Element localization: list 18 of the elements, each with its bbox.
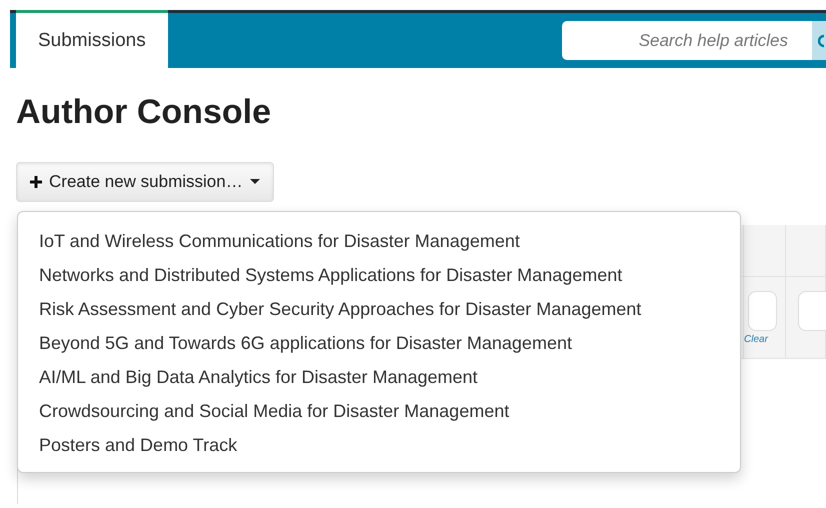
menu-item[interactable]: AI/ML and Big Data Analytics for Disaster Management — [18, 362, 740, 396]
search-field[interactable]: Search help articles — [562, 21, 812, 60]
search-button[interactable] — [812, 21, 826, 60]
page-title: Author Console — [16, 93, 272, 132]
plus-icon — [29, 175, 43, 189]
menu-item[interactable]: Beyond 5G and Towards 6G applications for Disaster Management — [18, 328, 740, 362]
clear-link[interactable]: Clear — [744, 334, 768, 345]
menu-item[interactable]: IoT and Wireless Communications for Disaster Management — [18, 226, 740, 260]
tab[interactable]: Submissions — [16, 10, 168, 68]
filter-field[interactable] — [798, 291, 826, 331]
caret-icon — [248, 178, 261, 186]
create-submission-button[interactable]: Create new submission… — [16, 162, 274, 202]
menu-item[interactable]: Crowdsourcing and Social Media for Disaster Management — [18, 396, 740, 430]
menu-item[interactable]: Networks and Distributed Systems Applications for Disaster Management — [18, 260, 740, 294]
menu-item[interactable]: Risk Assessment and Cyber Security Approaches for Disaster Management — [18, 294, 740, 328]
filter-field[interactable] — [748, 291, 777, 331]
search-icon — [818, 34, 825, 48]
menu-item[interactable]: Posters and Demo Track — [18, 430, 740, 464]
